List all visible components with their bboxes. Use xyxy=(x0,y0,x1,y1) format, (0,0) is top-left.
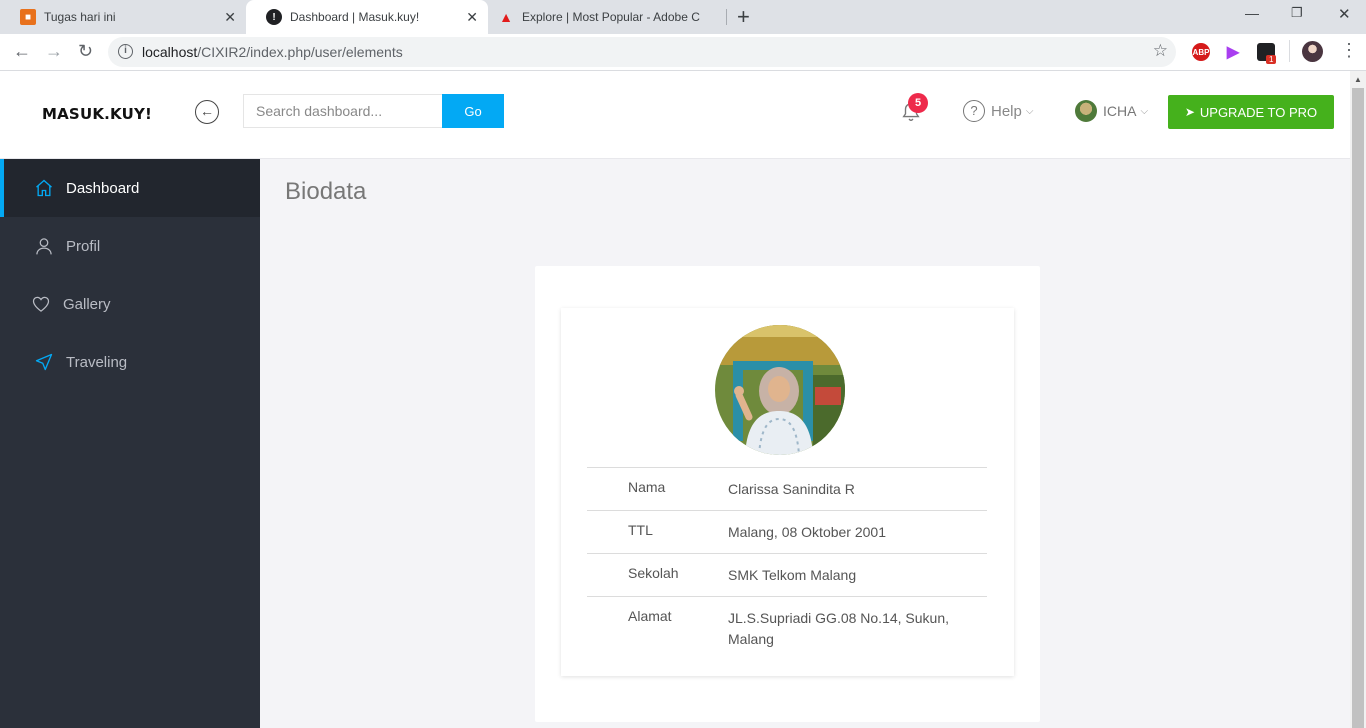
extension-badge: 1 xyxy=(1266,55,1277,64)
menu-dots-icon[interactable]: ⋮ xyxy=(1340,40,1358,61)
help-circle-icon: ? xyxy=(963,100,985,122)
row-value: Clarissa Sanindita R xyxy=(728,481,855,497)
tab-title: Dashboard | Masuk.kuy! xyxy=(290,10,420,24)
help-menu[interactable]: ? Help ⌵ xyxy=(963,100,1033,122)
bookmark-star-icon[interactable]: ☆ xyxy=(1153,41,1168,61)
play-extension-icon[interactable]: ▶ xyxy=(1224,43,1242,61)
search-go-button[interactable]: Go xyxy=(442,94,504,128)
table-row: TTL Malang, 08 Oktober 2001 xyxy=(587,510,987,553)
toolbar-divider xyxy=(1289,40,1290,62)
reload-icon[interactable]: ↻ xyxy=(78,41,93,62)
close-icon[interactable]: ✕ xyxy=(466,9,478,26)
search-input[interactable] xyxy=(243,94,443,128)
row-label: TTL xyxy=(628,522,653,538)
scroll-up-icon[interactable]: ▲ xyxy=(1354,75,1362,84)
scrollbar-thumb[interactable] xyxy=(1352,88,1364,728)
app-logo[interactable]: MASUK.KUY! xyxy=(42,105,152,123)
browser-tab-strip: ■ Tugas hari ini ✕ ! Dashboard | Masuk.k… xyxy=(0,0,1366,34)
user-menu[interactable]: ICHA ⌵ xyxy=(1075,100,1148,122)
info-icon: ! xyxy=(266,9,282,25)
row-label: Nama xyxy=(628,479,666,495)
adobe-icon: ▲ xyxy=(499,9,513,25)
new-tab-button[interactable]: + xyxy=(737,4,750,30)
user-icon xyxy=(34,236,54,256)
tab-title: Explore | Most Popular - Adobe C xyxy=(522,10,700,24)
profile-avatar[interactable] xyxy=(1302,41,1323,62)
back-arrow-icon[interactable]: ← xyxy=(13,41,31,62)
biodata-table: Nama Clarissa Sanindita R TTL Malang, 08… xyxy=(587,467,987,661)
notification-badge: 5 xyxy=(908,93,928,113)
sidebar-item-label: Dashboard xyxy=(66,179,140,197)
classroom-icon: ■ xyxy=(20,9,36,25)
upgrade-button[interactable]: ➤ UPGRADE TO PRO xyxy=(1168,95,1334,129)
restore-icon[interactable]: ❐ xyxy=(1291,5,1303,21)
user-name: ICHA xyxy=(1103,103,1137,119)
forward-arrow-icon[interactable]: → xyxy=(45,41,63,62)
url-path: /CIXIR2/index.php/user/elements xyxy=(197,44,403,60)
table-row: Nama Clarissa Sanindita R xyxy=(587,467,987,510)
adblock-extension-icon[interactable]: ABP xyxy=(1192,43,1210,61)
tab-title: Tugas hari ini xyxy=(44,10,116,24)
sidebar-item-label: Traveling xyxy=(66,353,128,371)
row-value: SMK Telkom Malang xyxy=(728,567,857,583)
url-host: localhost xyxy=(142,44,198,60)
browser-tab-dashboard[interactable]: ! Dashboard | Masuk.kuy! ✕ xyxy=(246,0,488,34)
heart-icon xyxy=(31,294,51,314)
sidebar-item-label: Profil xyxy=(66,237,101,255)
sidebar-item-traveling[interactable]: Traveling xyxy=(0,333,260,391)
row-value: JL.S.Supriadi GG.08 No.14, Sukun, Malang xyxy=(728,610,950,647)
sidebar-item-dashboard[interactable]: Dashboard xyxy=(0,159,260,217)
table-row: Alamat JL.S.Supriadi GG.08 No.14, Sukun,… xyxy=(587,596,987,661)
home-icon xyxy=(34,178,54,198)
url-text[interactable]: localhost/CIXIR2/index.php/user/elements xyxy=(142,44,403,60)
sidebar: Dashboard Profil Gallery Traveling xyxy=(0,159,260,728)
sidebar-toggle-back-icon[interactable]: ← xyxy=(195,100,219,124)
sidebar-item-profil[interactable]: Profil xyxy=(0,217,260,275)
chevron-down-icon: ⌵ xyxy=(1025,105,1034,117)
help-label: Help xyxy=(991,102,1022,120)
browser-tab-tugas[interactable]: ■ Tugas hari ini ✕ xyxy=(0,0,246,34)
row-label: Sekolah xyxy=(628,565,679,581)
close-icon[interactable]: ✕ xyxy=(224,9,236,26)
page-title: Biodata xyxy=(285,178,367,205)
chevron-down-icon: ⌵ xyxy=(1140,105,1149,117)
profile-photo xyxy=(715,325,845,455)
minimize-icon[interactable]: — xyxy=(1245,5,1259,21)
browser-toolbar: ← → ↻ i localhost/CIXIR2/index.php/user/… xyxy=(0,34,1366,71)
sidebar-item-gallery[interactable]: Gallery xyxy=(0,275,260,333)
user-avatar xyxy=(1075,100,1097,122)
row-value: Malang, 08 Oktober 2001 xyxy=(728,524,886,540)
row-label: Alamat xyxy=(628,608,672,624)
sidebar-item-label: Gallery xyxy=(63,295,111,313)
page-scrollbar[interactable]: ▲ xyxy=(1350,71,1366,728)
navigation-icon xyxy=(34,352,54,372)
window-close-icon[interactable]: ✕ xyxy=(1338,5,1351,23)
app-header: MASUK.KUY! ← Go 5 ? Help ⌵ ICHA ⌵ ➤ UPGR… xyxy=(0,71,1350,159)
site-info-icon[interactable]: i xyxy=(118,44,133,59)
tab-separator xyxy=(726,9,727,25)
rocket-icon: ➤ xyxy=(1184,105,1195,119)
upgrade-label: UPGRADE TO PRO xyxy=(1199,104,1318,120)
browser-tab-adobe[interactable]: ▲ Explore | Most Popular - Adobe C xyxy=(488,0,726,34)
address-bar[interactable]: i localhost/CIXIR2/index.php/user/elemen… xyxy=(108,37,1176,67)
table-row: Sekolah SMK Telkom Malang xyxy=(587,553,987,596)
